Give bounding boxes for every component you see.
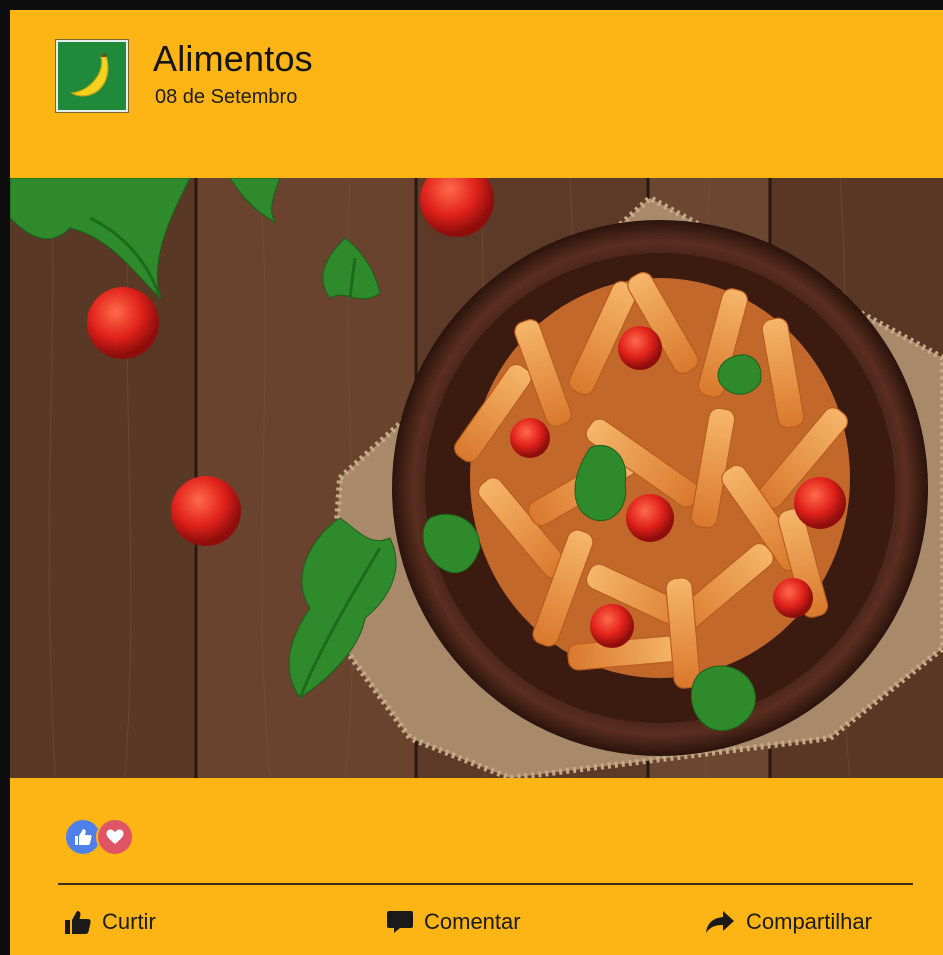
love-reaction-icon	[96, 818, 134, 856]
post-header: Alimentos 08 de Setembro	[10, 10, 943, 178]
reactions-summary[interactable]	[64, 818, 134, 858]
share-arrow-icon	[706, 911, 734, 933]
post-date[interactable]: 08 de Setembro	[155, 86, 297, 109]
share-button-label: Compartilhar	[746, 909, 872, 934]
page-avatar[interactable]	[56, 40, 128, 112]
footer-divider	[58, 883, 913, 885]
like-button[interactable]: Curtir	[64, 904, 156, 940]
share-button[interactable]: Compartilhar	[704, 904, 872, 940]
post-footer: Curtir Comentar Compartilhar	[10, 778, 943, 955]
post-card: Alimentos 08 de Setembro Curtir Comentar…	[10, 10, 943, 955]
banana-icon	[70, 53, 109, 97]
penne-pasta-plate-photo	[10, 178, 943, 778]
post-photo[interactable]	[10, 178, 943, 778]
comment-icon	[387, 911, 413, 933]
page-name[interactable]: Alimentos	[153, 38, 313, 80]
like-button-label: Curtir	[102, 909, 156, 934]
comment-button-label: Comentar	[424, 909, 521, 934]
thumbs-up-icon	[65, 911, 91, 934]
comment-button[interactable]: Comentar	[386, 904, 521, 940]
